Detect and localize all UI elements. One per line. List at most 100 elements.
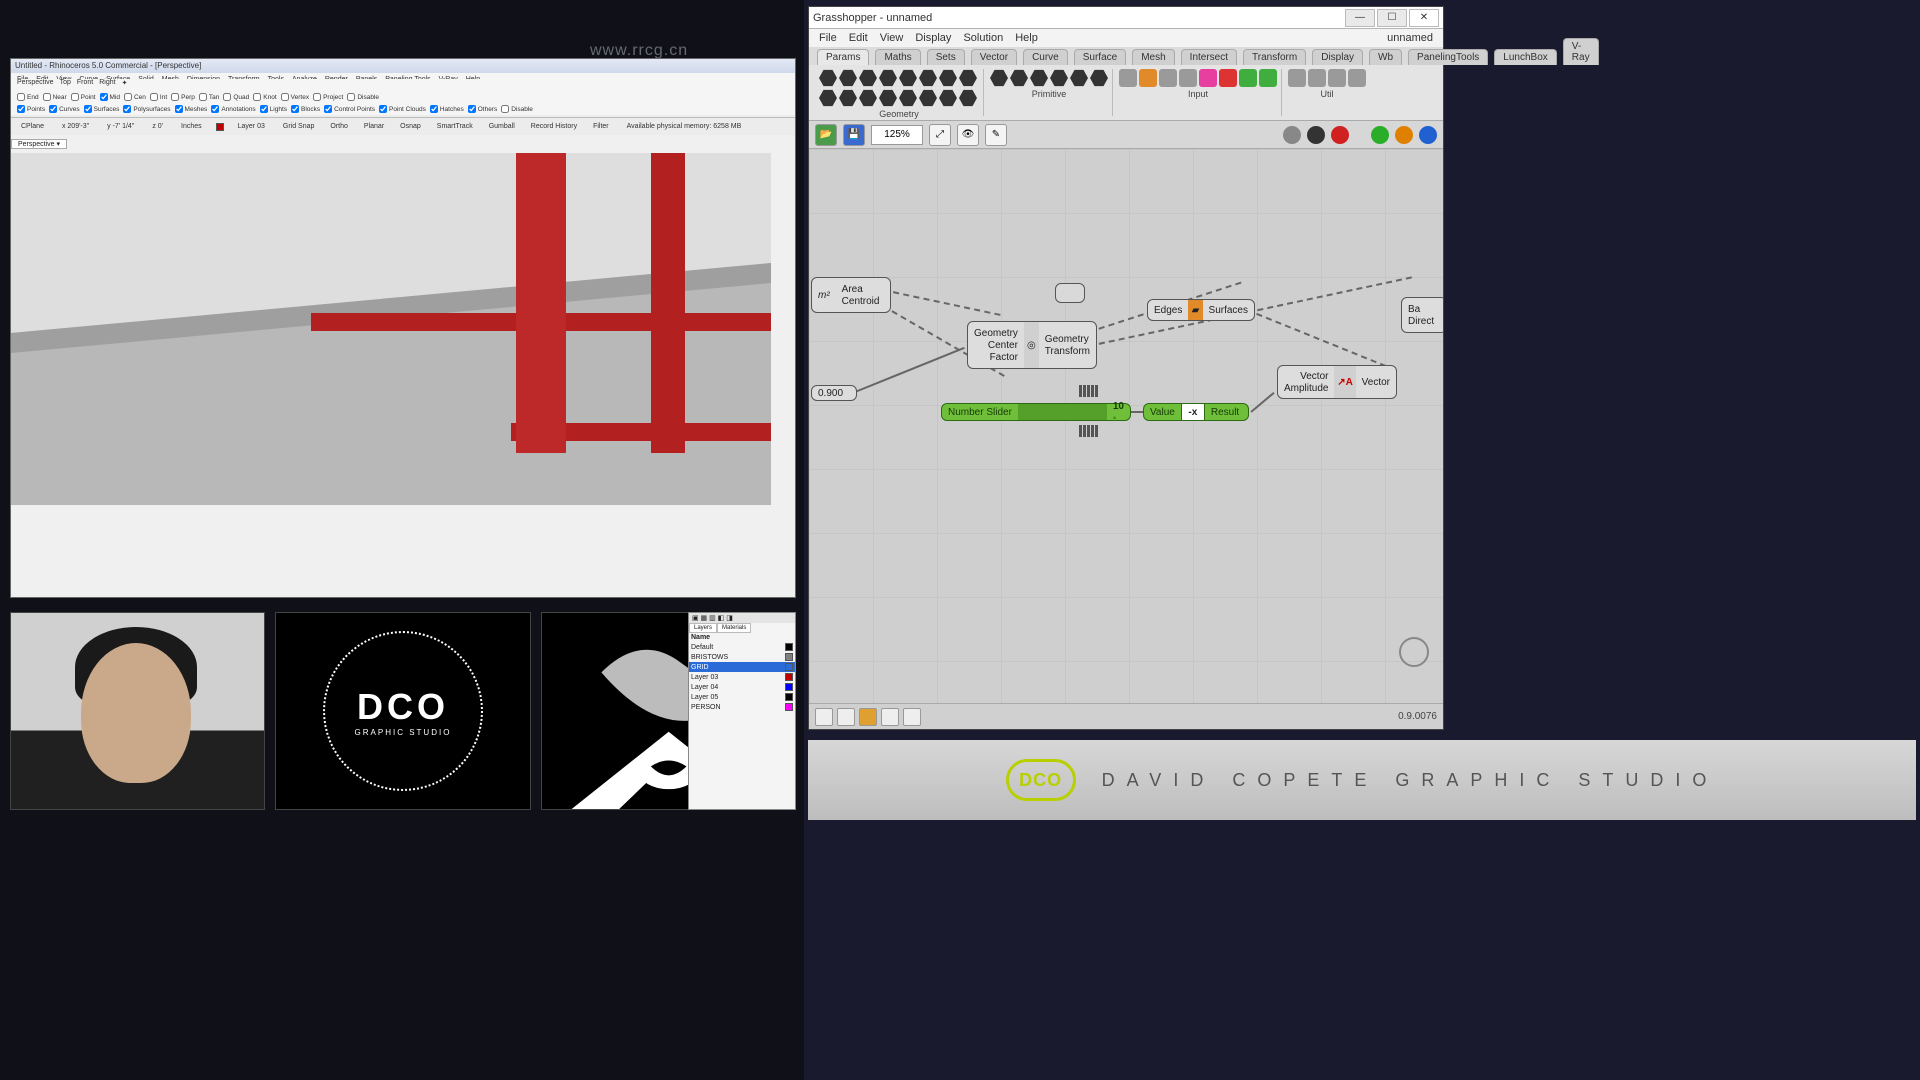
rhino-layers-panel[interactable]: ▣ ▦ ▥ ◧ ◨ Layers Materials Name DefaultB… — [688, 612, 796, 810]
amplitude-component[interactable]: Vector Amplitude ↗A Vector — [1277, 365, 1397, 399]
close-button[interactable]: ✕ — [1409, 9, 1439, 27]
status-toggle[interactable]: Gumball — [485, 123, 519, 130]
display-green-icon[interactable] — [1371, 126, 1389, 144]
sb-icon[interactable] — [881, 708, 899, 726]
osnap-disable[interactable]: Disable — [347, 93, 379, 101]
rhino-view-tab[interactable]: Right — [99, 79, 115, 91]
gh-doc-name[interactable]: unnamed — [1387, 32, 1433, 44]
rhino-view-tab[interactable]: Top — [60, 79, 71, 91]
number-slider-value[interactable]: 10 — [1113, 401, 1124, 412]
gh-tab-params[interactable]: Params — [817, 49, 869, 65]
status-toggle[interactable]: SmartTrack — [433, 123, 477, 130]
gh-tab-v-ray[interactable]: V-Ray — [1563, 38, 1599, 65]
osnap-blocks[interactable]: Blocks — [291, 105, 320, 113]
zoom-extents-icon[interactable]: ⤢ — [929, 124, 951, 146]
gh-tab-lunchbox[interactable]: LunchBox — [1494, 49, 1556, 65]
rhino-viewport-label[interactable]: Perspective ▾ — [11, 139, 67, 149]
gh-tab-maths[interactable]: Maths — [875, 49, 920, 65]
gh-tab-surface[interactable]: Surface — [1074, 49, 1126, 65]
negative-component[interactable]: Value -x Result — [1143, 403, 1249, 421]
display-blue-icon[interactable] — [1419, 126, 1437, 144]
gh-tab-vector[interactable]: Vector — [971, 49, 1017, 65]
canvas-compass-icon[interactable] — [1399, 637, 1429, 667]
osnap-quad[interactable]: Quad — [223, 93, 249, 101]
preview-off-icon[interactable] — [1283, 126, 1301, 144]
scale-component[interactable]: Geometry Center Factor ◎ Geometry Transf… — [967, 321, 1097, 369]
brep-param[interactable] — [1055, 283, 1085, 303]
deconstruct-brep-component[interactable]: Edges ▰ Surfaces — [1147, 299, 1255, 321]
gh-tab-display[interactable]: Display — [1312, 49, 1363, 65]
osnap-mid[interactable]: Mid — [100, 93, 120, 101]
osnap-control points[interactable]: Control Points — [324, 105, 375, 113]
area-component[interactable]: m² Area Centroid — [811, 277, 891, 313]
gh-tab-panelingtools[interactable]: PanelingTools — [1408, 49, 1488, 65]
gh-tab-transform[interactable]: Transform — [1243, 49, 1306, 65]
named-views-icon[interactable]: 👁 — [957, 124, 979, 146]
status-layer-swatch[interactable] — [216, 123, 224, 131]
rhino-selection-filter-row[interactable]: PointsCurvesSurfacesPolysurfacesMeshesAn… — [11, 103, 795, 115]
minimize-button[interactable]: — — [1345, 9, 1375, 27]
status-toggle[interactable]: Osnap — [396, 123, 425, 130]
layer-row[interactable]: Layer 04 — [689, 682, 795, 692]
gh-title-bar[interactable]: Grasshopper - unnamed — ☐ ✕ — [809, 7, 1443, 29]
layers-tab[interactable]: Layers — [689, 623, 717, 633]
layer-row[interactable]: Default — [689, 642, 795, 652]
extrude-component[interactable]: Ba Direct — [1401, 297, 1443, 333]
gh-menu-item[interactable]: Edit — [849, 32, 868, 44]
osnap-near[interactable]: Near — [43, 93, 67, 101]
layer-row[interactable]: PERSON — [689, 702, 795, 712]
osnap-vertex[interactable]: Vertex — [281, 93, 309, 101]
gh-category-tabs[interactable]: ParamsMathsSetsVectorCurveSurfaceMeshInt… — [809, 47, 1443, 65]
rhino-osnap-row[interactable]: EndNearPointMidCenIntPerpTanQuadKnotVert… — [11, 91, 795, 103]
layer-row[interactable]: GRID — [689, 662, 795, 672]
gh-ribbon[interactable]: Geometry Primitive Input Util — [809, 65, 1443, 121]
rhino-view-tabs[interactable]: PerspectiveTopFrontRight✦ — [11, 79, 795, 91]
materials-tab[interactable]: Materials — [717, 623, 751, 633]
osnap-perp[interactable]: Perp — [171, 93, 195, 101]
rhino-view-tab[interactable]: Front — [77, 79, 93, 91]
rhino-view-tab[interactable]: ✦ — [122, 79, 128, 91]
osnap-point clouds[interactable]: Point Clouds — [379, 105, 426, 113]
gh-menubar[interactable]: FileEditViewDisplaySolutionHelp unnamed — [809, 29, 1443, 47]
maximize-button[interactable]: ☐ — [1377, 9, 1407, 27]
gh-menu-item[interactable]: Help — [1015, 32, 1038, 44]
sketch-icon[interactable]: ✎ — [985, 124, 1007, 146]
number-slider[interactable]: Number Slider 10 ◦ — [941, 403, 1131, 421]
zoom-level-input[interactable] — [871, 125, 923, 145]
layer-row[interactable]: Layer 05 — [689, 692, 795, 702]
status-toggle[interactable]: Filter — [589, 123, 613, 130]
status-toggle[interactable]: Grid Snap — [279, 123, 319, 130]
osnap-cen[interactable]: Cen — [124, 93, 146, 101]
sb-icon[interactable] — [815, 708, 833, 726]
ribbon-group-primitive[interactable]: Primitive — [986, 69, 1113, 116]
layer-row[interactable]: BRISTOWS — [689, 652, 795, 662]
osnap-surfaces[interactable]: Surfaces — [84, 105, 120, 113]
ribbon-group-input[interactable]: Input — [1115, 69, 1282, 116]
osnap-disable[interactable]: Disable — [501, 105, 533, 113]
sb-icon[interactable] — [837, 708, 855, 726]
slider-grip-icon[interactable] — [1079, 425, 1105, 437]
osnap-lights[interactable]: Lights — [260, 105, 287, 113]
osnap-meshes[interactable]: Meshes — [175, 105, 208, 113]
layer-row[interactable]: Layer 03 — [689, 672, 795, 682]
open-file-icon[interactable]: 📂 — [815, 124, 837, 146]
status-layer[interactable]: Layer 03 — [234, 123, 269, 130]
osnap-curves[interactable]: Curves — [49, 105, 80, 113]
status-toggles[interactable]: Grid SnapOrthoPlanarOsnapSmartTrackGumba… — [279, 123, 613, 130]
status-toggle[interactable]: Record History — [527, 123, 581, 130]
osnap-others[interactable]: Others — [468, 105, 498, 113]
gh-menu-item[interactable]: Solution — [963, 32, 1003, 44]
gh-canvas-toolbar[interactable]: 📂 💾 ⤢ 👁 ✎ — [809, 121, 1443, 149]
osnap-end[interactable]: End — [17, 93, 39, 101]
osnap-int[interactable]: Int — [150, 93, 167, 101]
status-toggle[interactable]: Planar — [360, 123, 388, 130]
gh-menu-item[interactable]: View — [880, 32, 904, 44]
osnap-knot[interactable]: Knot — [253, 93, 276, 101]
gh-tab-intersect[interactable]: Intersect — [1181, 49, 1237, 65]
rhino-3d-viewport[interactable] — [11, 153, 771, 505]
osnap-project[interactable]: Project — [313, 93, 343, 101]
preview-shaded-icon[interactable] — [1331, 126, 1349, 144]
preview-wire-icon[interactable] — [1307, 126, 1325, 144]
osnap-annotations[interactable]: Annotations — [211, 105, 255, 113]
save-file-icon[interactable]: 💾 — [843, 124, 865, 146]
